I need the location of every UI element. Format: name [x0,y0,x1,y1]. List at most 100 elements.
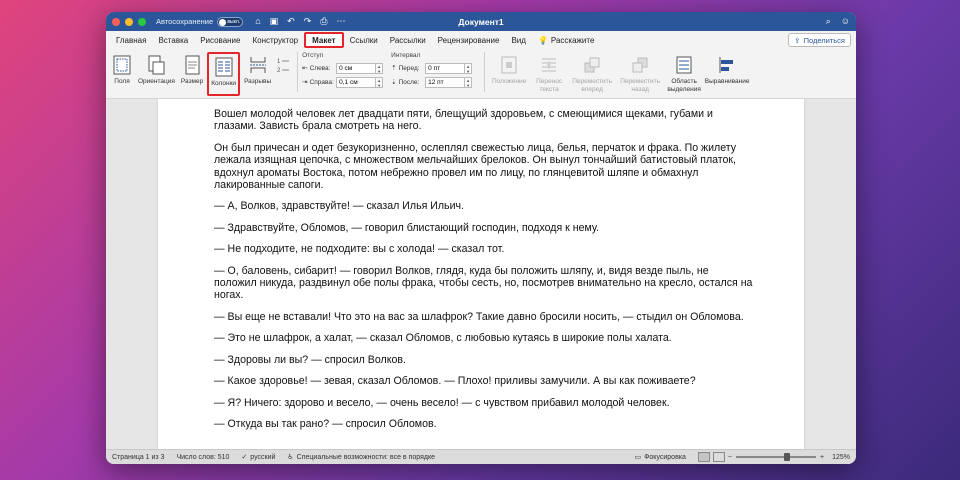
zoom-level[interactable]: 125% [832,454,850,461]
undo-icon[interactable]: ↶ [287,16,295,27]
line-numbers-icon: 12 [277,59,290,74]
wrap-text-label: Перенос текста [536,78,563,93]
spacing-after-label: ⇣ После: [391,78,425,87]
zoom-slider[interactable] [736,453,816,461]
wrap-text-button[interactable]: Перенос текста [531,52,567,96]
account-icon[interactable]: ☺ [841,16,850,27]
indent-right-stepper[interactable]: ▲ ▼ [376,76,384,88]
share-button[interactable]: ⇪ Поделиться [788,33,851,47]
margins-button[interactable]: Поля [110,52,134,96]
paragraph[interactable]: — Какое здоровье! — зевая, сказал Обломо… [214,375,754,387]
send-backward-button[interactable]: Переместить назад [617,52,663,96]
minimize-button[interactable] [125,17,133,26]
search-icon[interactable]: ⌕ [826,16,831,27]
paragraph[interactable]: — Не подходите, не подходите: вы с холод… [214,243,754,255]
spacing-before-row: ⇡Перед: ▲▼ [391,62,473,74]
titlebar-right: ⌕ ☺ [826,16,850,27]
tell-me[interactable]: 💡 Расскажите [532,32,600,48]
paragraph[interactable]: — Здравствуйте, Обломов, — говорил блист… [214,222,754,234]
align-label: Выравнивание [704,78,750,85]
spacing-after-stepper[interactable]: ▲ ▼ [465,76,473,88]
indent-right-icon: ⇥ [302,79,308,86]
orientation-button[interactable]: Ориентация [136,52,177,96]
tab-draw[interactable]: Рисование [194,32,246,48]
paragraph[interactable]: — О, баловень, сибарит! — говорил Волков… [214,265,754,302]
autosave-toggle[interactable]: выкл. [217,16,244,27]
close-button[interactable] [112,17,120,26]
spacing-before-text: Перед: [398,64,420,72]
paragraph[interactable]: — А, Волков, здравствуйте! — сказал Илья… [214,200,754,212]
position-button[interactable]: Положение [489,52,529,96]
paragraph[interactable]: Вошел молодой человек лет двадцати пяти,… [214,108,754,133]
indent-left-label: ⇤ Слева: [302,64,336,73]
zoom-in-icon[interactable]: + [820,454,824,461]
tab-review[interactable]: Рецензирование [432,32,506,48]
line-numbers-button[interactable]: 12 [275,52,291,96]
print-icon[interactable]: ⎙ [320,16,327,27]
paragraph[interactable]: — Здоровы ли вы? — спросил Волков. [214,354,754,366]
accessibility-indicator[interactable]: ♿ Специальные возможности: все в порядке [287,453,435,462]
tab-insert[interactable]: Вставка [152,32,194,48]
breaks-icon [249,57,266,73]
bring-forward-label: Переместить вперед [572,78,613,93]
send-backward-icon [632,57,648,73]
indent-right-input[interactable] [336,76,377,88]
spacing-before-stepper[interactable]: ▲ ▼ [465,62,473,74]
align-button[interactable]: Выравнивание [704,52,750,96]
zoom-out-icon[interactable]: − [728,454,732,461]
orientation-icon [148,55,165,75]
indent-left-stepper[interactable]: ▲ ▼ [376,62,384,74]
page-count[interactable]: Страница 1 из 3 [112,454,164,461]
more-icon[interactable]: ⋯ [336,16,345,27]
breaks-button[interactable]: Разрывы [242,52,273,96]
tab-design[interactable]: Конструктор [246,32,304,48]
tab-mailings[interactable]: Рассылки [384,32,432,48]
document-text[interactable]: Вошел молодой человек лет двадцати пяти,… [214,108,754,439]
breaks-label: Разрывы [244,78,272,85]
size-icon [185,55,200,75]
svg-text:1: 1 [277,59,281,65]
columns-icon [215,57,233,77]
indent-left-input[interactable] [336,62,377,74]
spacing-before-input[interactable] [425,62,466,74]
word-count[interactable]: Число слов: 510 [176,454,229,461]
quick-access-toolbar: ⌂ ▣ ↶ ↷ ⎙ ⋯ [255,16,345,27]
margins-icon [113,55,131,75]
redo-icon[interactable]: ↷ [304,16,312,27]
layout-ribbon: Поля Ориентация Размер Колонки Разрывы 1… [106,49,856,99]
columns-button[interactable]: Колонки [207,52,241,96]
tab-references[interactable]: Ссылки [344,32,384,48]
document-page[interactable]: Вошел молодой человек лет двадцати пяти,… [158,99,804,449]
focus-button[interactable]: ▭ Фокусировка [634,453,685,462]
paragraph[interactable]: — Я? Ничего: здорово и весело, — очень в… [214,397,754,409]
spacing-after-text: После: [398,78,420,86]
save-icon[interactable]: ▣ [270,16,279,27]
zoom-button[interactable] [138,17,146,26]
tab-home[interactable]: Главная [110,32,152,48]
paragraph[interactable]: — Это не шлафрок, а халат, — сказал Обло… [214,332,754,344]
tab-layout[interactable]: Макет [304,32,344,48]
ribbon-separator [484,52,486,92]
wrap-text-icon [542,58,557,72]
spacing-after-input[interactable] [425,76,466,88]
home-icon[interactable]: ⌂ [255,16,260,27]
language-label: русский [250,453,276,461]
selection-pane-button[interactable]: Область выделения [665,52,703,96]
indent-group: Отступ ⇤Слева: ▲▼ ⇥Справа: ▲▼ [302,52,384,90]
paragraph[interactable]: — Вы еще не вставали! Что это на вас за … [214,311,754,323]
accessibility-icon: ♿ [287,454,294,461]
web-layout-icon[interactable] [712,452,725,462]
autosave: Автосохранение выкл. [156,16,244,27]
ribbon-tabs: Главная Вставка Рисование Конструктор Ма… [106,31,856,49]
bring-forward-button[interactable]: Переместить вперед [569,52,615,96]
focus-icon: ▭ [634,454,642,461]
share-label: Поделиться [803,35,845,45]
tab-view[interactable]: Вид [505,32,531,48]
print-layout-icon[interactable] [697,452,710,462]
language-indicator[interactable]: ✓ русский [241,453,276,462]
spacing-group: Интервал ⇡Перед: ▲▼ ⇣После: ▲▼ [391,52,473,90]
autosave-label: Автосохранение [156,17,214,26]
paragraph[interactable]: — Откуда вы так рано? — спросил Обломов. [214,418,754,430]
paragraph[interactable]: Он был причесан и одет безукоризненно, о… [214,142,754,192]
size-button[interactable]: Размер [179,52,205,96]
